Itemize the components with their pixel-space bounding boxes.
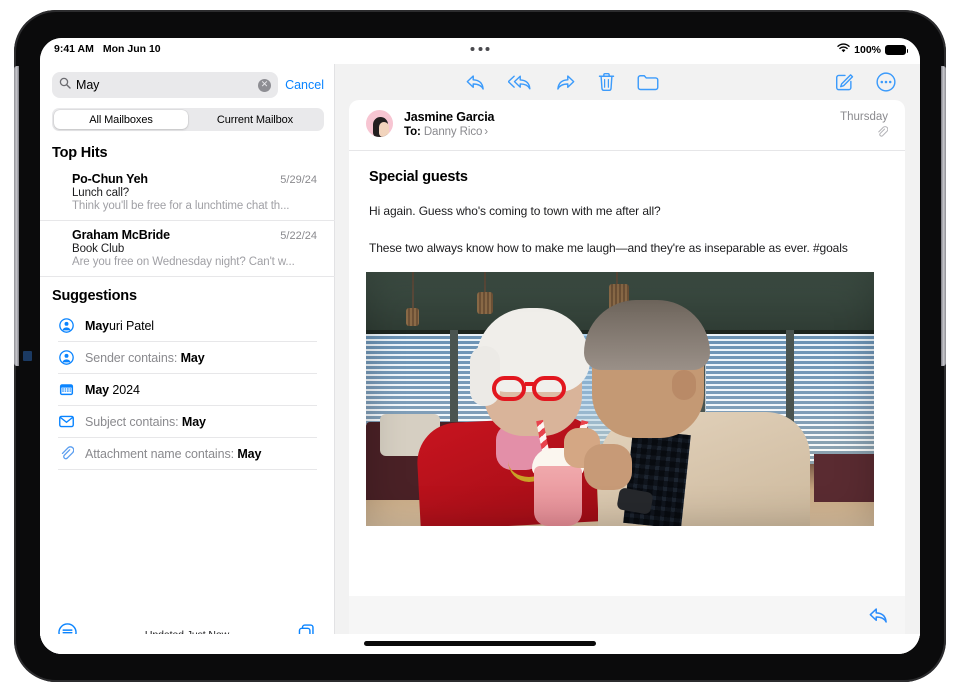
suggestion-item-subject-contains[interactable]: Subject contains: May: [58, 406, 317, 438]
suggestions-list: Mayuri Patel Sender contains: May: [40, 310, 335, 470]
hit-preview: Think you'll be free for a lunchtime cha…: [72, 200, 304, 212]
suggestion-rest: Sender contains:: [85, 351, 181, 365]
suggestion-item-attachment-contains[interactable]: Attachment name contains: May: [58, 438, 317, 470]
suggestion-item-mayuri-patel[interactable]: Mayuri Patel: [58, 310, 317, 342]
device-left-edge: [14, 66, 19, 366]
message-footer-bar: [349, 596, 905, 634]
message-toolbar: [335, 64, 920, 100]
home-indicator[interactable]: [364, 641, 596, 646]
suggestion-label: Attachment name contains: May: [85, 447, 261, 461]
hit-sender: Graham McBride: [72, 228, 170, 242]
device-right-edge: [941, 66, 946, 366]
mailbox-scope-segmented-control[interactable]: All Mailboxes Current Mailbox: [52, 108, 324, 131]
suggestion-match: May: [237, 447, 261, 461]
wifi-icon: [837, 43, 850, 56]
message-date: Thursday: [840, 111, 888, 123]
status-time: 9:41 AM: [54, 43, 94, 55]
message-header[interactable]: Jasmine Garcia To: Danny Rico› Thursday: [349, 100, 905, 151]
chevron-right-icon: ›: [484, 126, 488, 138]
calendar-icon: [58, 381, 75, 398]
hit-subject: Book Club: [72, 243, 317, 255]
person-circle-icon: [58, 349, 75, 366]
scope-all-mailboxes[interactable]: All Mailboxes: [54, 110, 188, 129]
suggestion-label: Sender contains: May: [85, 351, 205, 365]
message-toolbar-right-group: [835, 72, 896, 92]
scope-current-mailbox[interactable]: Current Mailbox: [188, 110, 322, 129]
person-circle-icon: [58, 317, 75, 334]
magnifier-icon: [59, 76, 71, 94]
message-paragraph: Hi again. Guess who's coming to town wit…: [369, 202, 885, 222]
suggestion-match: May: [85, 319, 109, 333]
forward-button[interactable]: [555, 73, 576, 92]
cancel-button[interactable]: Cancel: [285, 78, 324, 92]
battery-full-icon: [885, 45, 906, 55]
reply-button[interactable]: [868, 606, 889, 625]
compose-pencil-square-icon[interactable]: [835, 73, 854, 92]
message-card: Jasmine Garcia To: Danny Rico› Thursday: [349, 100, 905, 626]
search-input[interactable]: May ✕: [52, 72, 278, 98]
list-item[interactable]: Graham McBride 5/22/24 Book Club Are you…: [40, 220, 335, 277]
multitasking-dots-icon[interactable]: [471, 47, 490, 51]
ipad-device-frame: 9:41 AM Mon Jun 10 100%: [14, 10, 946, 682]
status-bar: 9:41 AM Mon Jun 10 100%: [40, 38, 920, 64]
status-date: Mon Jun 10: [103, 43, 161, 55]
search-input-value: May: [76, 78, 253, 92]
message-header-right: Thursday: [840, 111, 888, 143]
hit-date: 5/29/24: [280, 174, 317, 186]
list-item[interactable]: Po-Chun Yeh 5/29/24 Lunch call? Think yo…: [40, 165, 335, 220]
paperclip-icon: [840, 125, 888, 143]
message-header-text: Jasmine Garcia To: Danny Rico›: [404, 109, 494, 150]
suggestion-item-may-2024[interactable]: May 2024: [58, 374, 317, 406]
reply-all-button[interactable]: [508, 73, 533, 92]
reply-button[interactable]: [465, 73, 486, 92]
hit-date: 5/22/24: [280, 230, 317, 242]
clear-circle-icon[interactable]: ✕: [258, 79, 271, 92]
envelope-icon: [58, 413, 75, 430]
hit-sender: Po-Chun Yeh: [72, 172, 148, 186]
battery-percent-label: 100%: [854, 44, 881, 56]
suggestion-rest: Subject contains:: [85, 415, 182, 429]
split-view: May ✕ Cancel All Mailboxes Current Mailb…: [40, 64, 920, 654]
suggestion-match: May: [181, 351, 205, 365]
device-bezel-marking: [23, 351, 32, 361]
paperclip-icon: [58, 445, 75, 462]
avatar: [366, 110, 393, 137]
to-label: To:: [404, 126, 421, 138]
suggestion-label: May 2024: [85, 383, 140, 397]
search-row: May ✕ Cancel: [52, 72, 324, 98]
hit-subject: Lunch call?: [72, 187, 317, 199]
suggestion-label: Subject contains: May: [85, 415, 206, 429]
status-bar-right: 100%: [837, 43, 906, 56]
message-recipient-row[interactable]: To: Danny Rico›: [404, 126, 494, 138]
ellipsis-circle-icon[interactable]: [876, 72, 896, 92]
ipad-screen: 9:41 AM Mon Jun 10 100%: [40, 38, 920, 654]
top-hits-list: Po-Chun Yeh 5/29/24 Lunch call? Think yo…: [40, 165, 335, 277]
suggestion-label: Mayuri Patel: [85, 319, 154, 333]
trash-icon[interactable]: [598, 72, 615, 92]
status-bar-left: 9:41 AM Mon Jun 10: [54, 43, 161, 55]
hit-preview: Are you free on Wednesday night? Can't w…: [72, 256, 304, 268]
suggestion-rest: uri Patel: [109, 319, 154, 333]
folder-icon[interactable]: [637, 73, 659, 91]
suggestion-match: May: [182, 415, 206, 429]
suggestion-item-sender-contains[interactable]: Sender contains: May: [58, 342, 317, 374]
suggestion-match: May: [85, 383, 109, 397]
message-body: Special guests Hi again. Guess who's com…: [349, 151, 905, 259]
message-subject: Special guests: [369, 169, 885, 185]
message-toolbar-left-group: [465, 72, 659, 92]
search-pane: May ✕ Cancel All Mailboxes Current Mailb…: [40, 64, 335, 654]
message-photo-attachment[interactable]: [366, 272, 874, 526]
suggestion-rest: Attachment name contains:: [85, 447, 237, 461]
to-recipient: Danny Rico: [424, 126, 482, 138]
message-pane: Jasmine Garcia To: Danny Rico› Thursday: [335, 64, 920, 654]
message-sender: Jasmine Garcia: [404, 110, 494, 124]
suggestion-rest: 2024: [109, 383, 140, 397]
top-hits-heading: Top Hits: [52, 145, 107, 161]
message-paragraph: These two always know how to make me lau…: [369, 239, 885, 259]
suggestions-heading: Suggestions: [52, 288, 137, 304]
